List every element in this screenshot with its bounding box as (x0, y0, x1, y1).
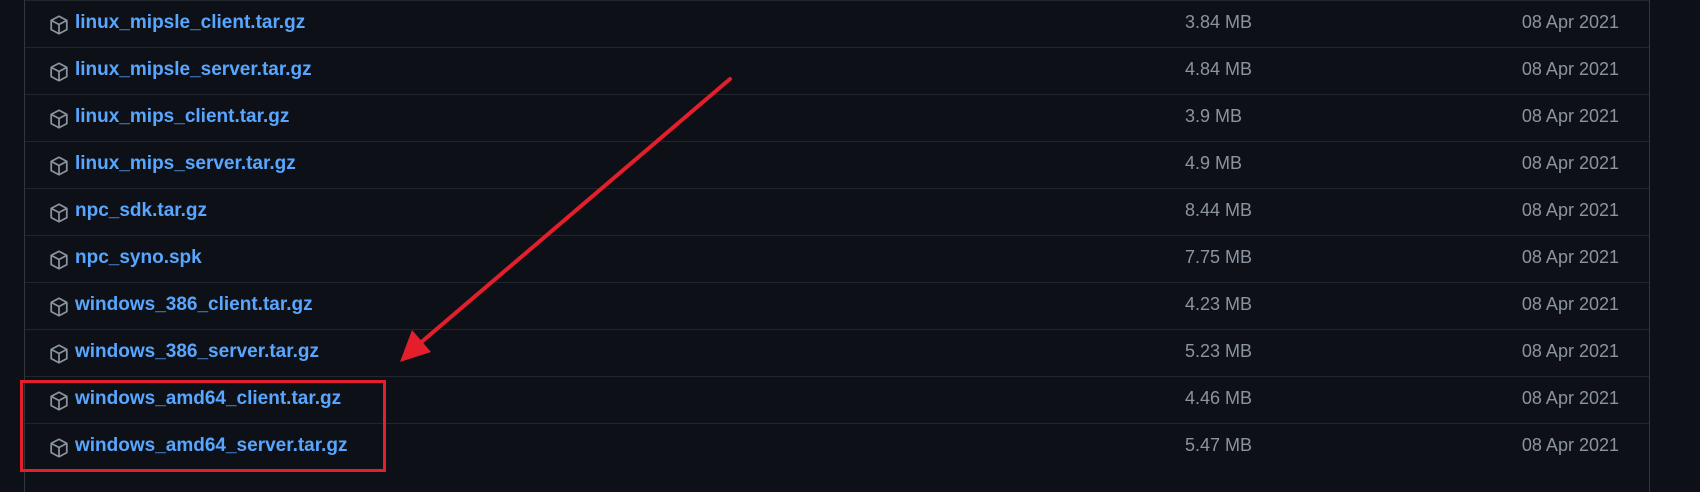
asset-date: 08 Apr 2021 (1521, 106, 1619, 126)
asset-size: 3.84 MB (1185, 12, 1253, 32)
asset-size: 7.75 MB (1185, 247, 1253, 267)
asset-date: 08 Apr 2021 (1521, 341, 1619, 361)
asset-download-link[interactable]: linux_mipsle_server.tar.gz (75, 59, 312, 81)
package-icon (50, 109, 68, 129)
asset-size: 4.46 MB (1185, 388, 1253, 408)
asset-download-link[interactable]: windows_amd64_server.tar.gz (75, 435, 347, 457)
package-icon (50, 297, 68, 317)
asset-download-link[interactable]: windows_386_server.tar.gz (75, 341, 319, 363)
package-icon (50, 344, 68, 364)
asset-row: linux_mipsle_client.tar.gz 3.84 MB 08 Ap… (25, 0, 1649, 47)
package-icon (50, 15, 68, 35)
package-icon (50, 391, 68, 411)
asset-download-link[interactable]: npc_sdk.tar.gz (75, 200, 207, 222)
asset-size: 4.84 MB (1185, 59, 1253, 79)
asset-size: 3.9 MB (1185, 106, 1243, 126)
asset-size: 4.9 MB (1185, 153, 1243, 173)
asset-row: windows_386_server.tar.gz 5.23 MB 08 Apr… (25, 329, 1649, 376)
asset-row: windows_amd64_client.tar.gz 4.46 MB 08 A… (25, 376, 1649, 423)
asset-download-link[interactable]: linux_mips_client.tar.gz (75, 106, 289, 128)
asset-date: 08 Apr 2021 (1521, 153, 1619, 173)
asset-row: linux_mips_server.tar.gz 4.9 MB 08 Apr 2… (25, 141, 1649, 188)
asset-date: 08 Apr 2021 (1521, 59, 1619, 79)
asset-size: 5.23 MB (1185, 341, 1253, 361)
asset-size: 8.44 MB (1185, 200, 1253, 220)
package-icon (50, 203, 68, 223)
asset-date: 08 Apr 2021 (1521, 12, 1619, 32)
asset-row: linux_mipsle_server.tar.gz 4.84 MB 08 Ap… (25, 47, 1649, 94)
package-icon (50, 438, 68, 458)
package-icon (50, 62, 68, 82)
asset-size: 5.47 MB (1185, 435, 1253, 455)
package-icon (50, 250, 68, 270)
asset-row: npc_sdk.tar.gz 8.44 MB 08 Apr 2021 (25, 188, 1649, 235)
asset-date: 08 Apr 2021 (1521, 247, 1619, 267)
asset-date: 08 Apr 2021 (1521, 435, 1619, 455)
asset-download-link[interactable]: windows_amd64_client.tar.gz (75, 388, 341, 410)
asset-download-link[interactable]: linux_mipsle_client.tar.gz (75, 12, 305, 34)
package-icon (50, 156, 68, 176)
asset-download-link[interactable]: windows_386_client.tar.gz (75, 294, 313, 316)
release-assets-list: linux_mipsle_client.tar.gz 3.84 MB 08 Ap… (24, 0, 1650, 492)
asset-date: 08 Apr 2021 (1521, 388, 1619, 408)
asset-row: npc_syno.spk 7.75 MB 08 Apr 2021 (25, 235, 1649, 282)
asset-date: 08 Apr 2021 (1521, 200, 1619, 220)
asset-row: windows_386_client.tar.gz 4.23 MB 08 Apr… (25, 282, 1649, 329)
asset-size: 4.23 MB (1185, 294, 1253, 314)
asset-download-link[interactable]: npc_syno.spk (75, 247, 202, 269)
asset-download-link[interactable]: linux_mips_server.tar.gz (75, 153, 296, 175)
asset-row: linux_mips_client.tar.gz 3.9 MB 08 Apr 2… (25, 94, 1649, 141)
asset-row: windows_amd64_server.tar.gz 5.47 MB 08 A… (25, 423, 1649, 470)
asset-date: 08 Apr 2021 (1521, 294, 1619, 314)
